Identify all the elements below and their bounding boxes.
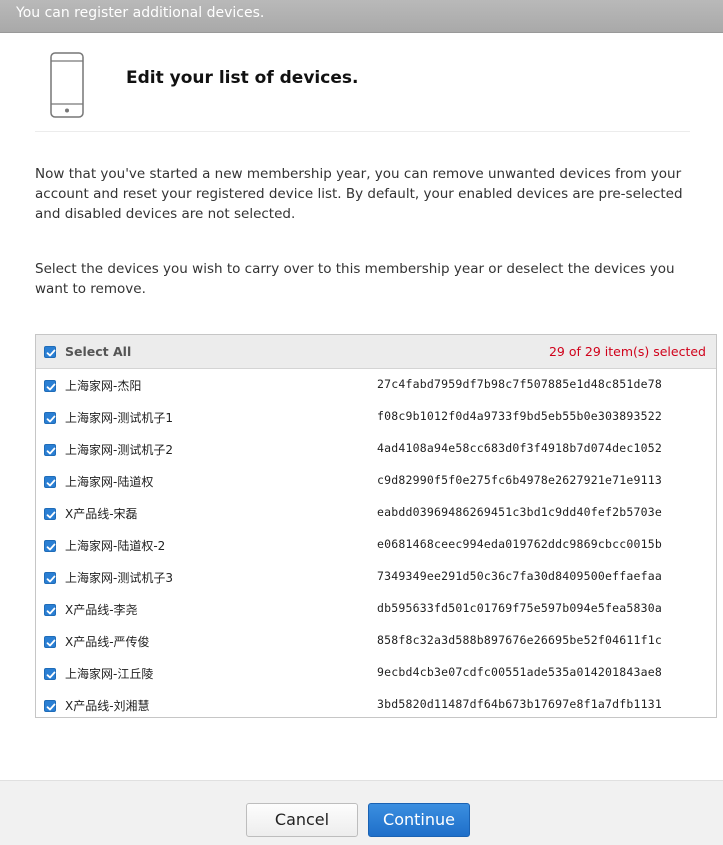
checkmark-icon (46, 575, 56, 583)
device-udid: c9d82990f5f0e275fc6b4978e2627921e71e9113 (377, 473, 662, 487)
device-checkbox[interactable] (44, 604, 56, 616)
device-row[interactable]: 上海家网-测试机子3 7349349ee291d50c36c7fa30d84095… (36, 561, 716, 593)
device-row[interactable]: X产品线-刘湘慧 3bd5820d11487df64b673b17697e8f1a… (36, 689, 716, 721)
device-row[interactable]: 上海家网-陆道权 c9d82990f5f0e275fc6b4978e2627921… (36, 465, 716, 497)
device-row[interactable]: 上海家网-杰阳 27c4fabd7959df7b98c7f507885e1d48c… (36, 369, 716, 401)
device-name: X产品线-宋磊 (65, 507, 138, 521)
page-title: Edit your list of devices. (126, 68, 359, 88)
device-row[interactable]: 上海家网-江丘陵 9ecbd4cb3e07cdfc00551ade535a0142… (36, 657, 716, 689)
checkmark-icon (46, 543, 56, 551)
checkmark-icon (46, 639, 56, 647)
device-udid: 7349349ee291d50c36c7fa30d8409500effaefaa (377, 569, 662, 583)
device-checkbox[interactable] (44, 476, 56, 488)
select-all-label[interactable]: Select All (65, 344, 131, 359)
device-list: Select All 29 of 29 item(s) selected 上海家… (35, 334, 717, 718)
device-checkbox[interactable] (44, 540, 56, 552)
device-row[interactable]: 上海家网-陆道权-2 e0681468ceec994eda019762ddc986… (36, 529, 716, 561)
device-rows: 上海家网-杰阳 27c4fabd7959df7b98c7f507885e1d48c… (36, 369, 716, 721)
device-checkbox[interactable] (44, 508, 56, 520)
device-name: 上海家网-测试机子1 (65, 411, 173, 425)
device-row[interactable]: X产品线-李尧 db595633fd501c01769f75e597b094e5f… (36, 593, 716, 625)
device-name: 上海家网-陆道权-2 (65, 539, 166, 553)
device-udid: 3bd5820d11487df64b673b17697e8f1a7dfb1131 (377, 697, 662, 711)
page-header: Edit your list of devices. (35, 52, 690, 132)
device-name: 上海家网-杰阳 (65, 379, 142, 393)
select-all-checkbox[interactable] (44, 346, 56, 358)
device-name: 上海家网-测试机子3 (65, 571, 173, 585)
device-row[interactable]: X产品线-宋磊 eabdd03969486269451c3bd1c9dd40fef… (36, 497, 716, 529)
device-checkbox[interactable] (44, 572, 56, 584)
cancel-button[interactable]: Cancel (246, 803, 358, 837)
checkmark-icon (46, 607, 56, 615)
device-row[interactable]: 上海家网-测试机子1 f08c9b1012f0d4a9733f9bd5eb55b0… (36, 401, 716, 433)
checkmark-icon (46, 479, 56, 487)
device-name: 上海家网-陆道权 (65, 475, 154, 489)
instruction-paragraph: Select the devices you wish to carry ove… (35, 261, 675, 297)
device-name: X产品线-刘湘慧 (65, 699, 150, 713)
selection-count: 29 of 29 item(s) selected (548, 344, 706, 359)
dialog-footer: Cancel Continue (0, 780, 723, 845)
device-row[interactable]: 上海家网-测试机子2 4ad4108a94e58cc683d0f3f4918b7d… (36, 433, 716, 465)
device-udid: f08c9b1012f0d4a9733f9bd5eb55b0e303893522 (377, 409, 662, 423)
device-udid: db595633fd501c01769f75e597b094e5fea5830a (377, 601, 662, 615)
device-udid: e0681468ceec994eda019762ddc9869cbcc0015b (377, 537, 662, 551)
device-udid: 9ecbd4cb3e07cdfc00551ade535a014201843ae8 (377, 665, 662, 679)
device-checkbox[interactable] (44, 700, 56, 712)
checkmark-icon (46, 447, 56, 455)
device-checkbox[interactable] (44, 412, 56, 424)
device-name: X产品线-严传俊 (65, 635, 150, 649)
device-udid: eabdd03969486269451c3bd1c9dd40fef2b5703e (377, 505, 662, 519)
device-list-header: Select All 29 of 29 item(s) selected (36, 335, 716, 369)
checkmark-icon (46, 349, 56, 357)
iphone-outline-icon (50, 52, 84, 118)
checkmark-icon (46, 671, 56, 679)
continue-button[interactable]: Continue (368, 803, 470, 837)
device-checkbox[interactable] (44, 444, 56, 456)
device-udid: 4ad4108a94e58cc683d0f3f4918b7d074dec1052 (377, 441, 662, 455)
checkmark-icon (46, 415, 56, 423)
device-name: X产品线-李尧 (65, 603, 138, 617)
device-checkbox[interactable] (44, 636, 56, 648)
device-udid: 27c4fabd7959df7b98c7f507885e1d48c851de78 (377, 377, 662, 391)
checkmark-icon (46, 703, 56, 711)
checkmark-icon (46, 383, 56, 391)
info-banner: You can register additional devices. (0, 0, 723, 33)
device-checkbox[interactable] (44, 668, 56, 680)
device-name: 上海家网-测试机子2 (65, 443, 173, 457)
checkmark-icon (46, 511, 56, 519)
device-udid: 858f8c32a3d588b897676e26695be52f04611f1c (377, 633, 662, 647)
device-checkbox[interactable] (44, 380, 56, 392)
device-name: 上海家网-江丘陵 (65, 667, 154, 681)
intro-paragraph: Now that you've started a new membership… (35, 166, 683, 222)
device-row[interactable]: X产品线-严传俊 858f8c32a3d588b897676e26695be52f… (36, 625, 716, 657)
